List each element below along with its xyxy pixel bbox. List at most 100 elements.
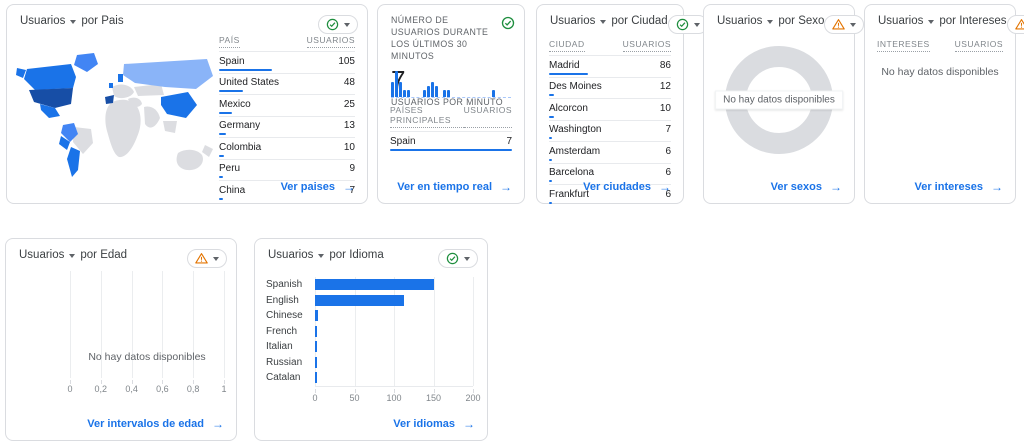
chevron-down-icon bbox=[850, 23, 856, 27]
row-value: 6 bbox=[665, 167, 671, 178]
chevron-down-icon bbox=[213, 257, 219, 261]
status-menu[interactable] bbox=[318, 15, 358, 34]
status-menu[interactable] bbox=[668, 15, 708, 34]
arrow-right-icon: → bbox=[830, 180, 842, 194]
col-header-usuarios: USUARIOS bbox=[623, 39, 671, 52]
card-usuarios-por-sexo: Usuarios por Sexo No hay datos disponibl… bbox=[703, 4, 855, 204]
arrow-right-icon: → bbox=[500, 180, 512, 194]
row-value: 10 bbox=[344, 142, 355, 153]
table-row: Amsterdam 6 bbox=[549, 141, 671, 163]
col-header-ciudad: CIUDAD bbox=[549, 39, 585, 52]
metric-selector[interactable]: Usuarios por Edad bbox=[19, 249, 127, 261]
col-header-usuarios: USUARIOS bbox=[307, 35, 355, 48]
ver-intervalos-edad-link[interactable]: Ver intervalos de edad→ bbox=[87, 417, 224, 431]
interests-table: INTERESES USUARIOS No hay datos disponib… bbox=[877, 39, 1003, 78]
language-row: Russian bbox=[255, 355, 473, 371]
row-bar bbox=[549, 159, 552, 161]
chevron-down-icon bbox=[928, 20, 934, 24]
language-label: Spanish bbox=[255, 279, 315, 290]
tick-label: 50 bbox=[349, 393, 359, 403]
row-value: 25 bbox=[344, 99, 355, 110]
metric-label: Usuarios bbox=[268, 249, 313, 261]
metric-selector[interactable]: Usuarios por Idioma bbox=[268, 249, 384, 261]
col-header-pais: PAÍS bbox=[219, 35, 240, 48]
row-label: Barcelona bbox=[549, 167, 594, 178]
language-row: Catalan bbox=[255, 370, 473, 386]
status-menu[interactable] bbox=[438, 249, 478, 268]
row-value: 9 bbox=[349, 163, 355, 174]
row-value: 48 bbox=[344, 77, 355, 88]
ver-idiomas-link[interactable]: Ver idiomas→ bbox=[393, 417, 475, 431]
language-label: Italian bbox=[255, 341, 315, 352]
row-label: Washington bbox=[549, 124, 601, 135]
language-label: English bbox=[255, 295, 315, 306]
table-row: Colombia10 bbox=[219, 137, 355, 159]
ver-ciudades-link[interactable]: Ver ciudades→ bbox=[583, 180, 671, 194]
ver-intereses-link[interactable]: Ver intereses→ bbox=[915, 180, 1004, 194]
row-value: 7 bbox=[506, 136, 512, 147]
dimension-label: por Intereses bbox=[939, 15, 1006, 27]
arrow-right-icon: → bbox=[991, 180, 1003, 194]
language-bar bbox=[315, 357, 317, 368]
arrow-right-icon: → bbox=[463, 417, 475, 431]
card-usuarios-por-pais: Usuarios por Pais bbox=[6, 4, 368, 204]
tick-label: 200 bbox=[465, 393, 480, 403]
tick-label: 0,8 bbox=[187, 384, 200, 394]
minute-bar bbox=[447, 90, 450, 97]
minute-bar bbox=[427, 86, 430, 97]
row-label: Germany bbox=[219, 120, 260, 131]
world-map bbox=[15, 47, 217, 187]
table-row: United States 48 bbox=[219, 73, 355, 95]
country-table: PAÍS USUARIOS Spain105United States48Mex… bbox=[219, 35, 355, 202]
metric-selector[interactable]: Usuarios por Pais bbox=[20, 15, 124, 27]
status-menu[interactable] bbox=[1007, 15, 1024, 34]
card-usuarios-por-idioma: Usuarios por Idioma SpanishEnglishChines… bbox=[254, 238, 488, 441]
ver-paises-link[interactable]: Ver paises→ bbox=[281, 180, 355, 194]
row-value: 10 bbox=[660, 103, 671, 114]
metric-selector[interactable]: Usuarios por Ciudad bbox=[550, 15, 668, 27]
status-menu[interactable] bbox=[187, 249, 227, 268]
status-menu[interactable] bbox=[824, 15, 864, 34]
arrow-right-icon: → bbox=[659, 180, 671, 194]
ver-tiempo-real-link[interactable]: Ver en tiempo real→ bbox=[397, 180, 512, 194]
language-bar bbox=[315, 295, 404, 306]
table-row: Spain 7 bbox=[390, 131, 512, 153]
bar-track bbox=[315, 356, 473, 369]
row-bar bbox=[549, 116, 554, 118]
tick-label: 0,2 bbox=[95, 384, 108, 394]
row-label: Mexico bbox=[219, 99, 251, 110]
table-row: Madrid86 bbox=[549, 55, 671, 77]
dimension-label: por Ciudad bbox=[611, 15, 667, 27]
minute-bar bbox=[403, 90, 406, 97]
tick-label: 0,4 bbox=[125, 384, 138, 394]
row-value: 13 bbox=[344, 120, 355, 131]
chevron-down-icon bbox=[69, 254, 75, 258]
warning-icon bbox=[832, 18, 845, 31]
row-bar bbox=[549, 180, 552, 182]
language-label: Russian bbox=[255, 357, 315, 368]
col-header-usuarios: USUARIOS bbox=[464, 105, 512, 128]
ver-sexos-link[interactable]: Ver sexos→ bbox=[771, 180, 842, 194]
language-label: French bbox=[255, 326, 315, 337]
row-label: Spain bbox=[390, 136, 416, 147]
tick-label: 0 bbox=[67, 384, 72, 394]
check-circle-icon bbox=[326, 18, 339, 31]
row-bar bbox=[219, 155, 224, 157]
row-label: Amsterdam bbox=[549, 146, 600, 157]
warning-icon bbox=[1015, 18, 1024, 31]
metric-selector[interactable]: Usuarios por Sexo bbox=[717, 15, 824, 27]
card-usuarios-tiempo-real: NÚMERO DE USUARIOS DURANTE LOS ÚLTIMOS 3… bbox=[377, 4, 525, 204]
row-label: United States bbox=[219, 77, 279, 88]
bar-track bbox=[315, 309, 473, 322]
realtime-title: NÚMERO DE USUARIOS DURANTE LOS ÚLTIMOS 3… bbox=[391, 15, 499, 63]
metric-selector[interactable]: Usuarios por Intereses bbox=[878, 15, 1007, 27]
row-value: 6 bbox=[665, 146, 671, 157]
bar-track bbox=[315, 371, 473, 384]
language-bar bbox=[315, 279, 434, 290]
row-value: 105 bbox=[338, 56, 355, 67]
tick-label: 0 bbox=[312, 393, 317, 403]
row-label: Peru bbox=[219, 163, 240, 174]
minute-bar bbox=[407, 90, 410, 97]
row-bar bbox=[549, 94, 554, 96]
chevron-down-icon bbox=[344, 23, 350, 27]
